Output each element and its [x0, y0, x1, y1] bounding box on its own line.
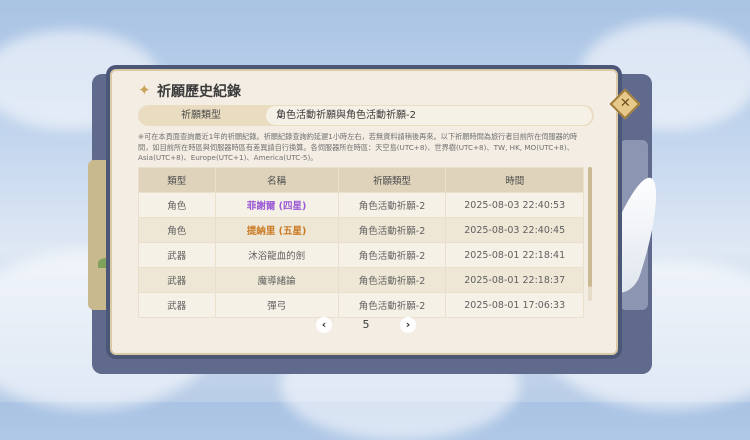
cell-wish-type: 角色活動祈願-2 [337, 292, 447, 318]
pagination: ‹ 5 › [316, 317, 416, 335]
cell-time: 2025-08-03 22:40:53 [445, 192, 584, 218]
cell-time: 2025-08-01 22:18:37 [445, 267, 584, 293]
cell-wish-type: 角色活動祈願-2 [337, 192, 447, 218]
chevron-left-icon: ‹ [321, 318, 327, 331]
table-row: 角色 提納里 (五星) 角色活動祈願-2 2025-08-03 22:40:45 [138, 217, 584, 243]
chevron-down-icon: ⌄ [276, 110, 285, 121]
cell-wish-type: 角色活動祈願-2 [337, 217, 447, 243]
close-icon: ✕ [619, 96, 631, 112]
table-row: 武器 沐浴龍血的劍 角色活動祈願-2 2025-08-01 22:18:41 [138, 242, 584, 268]
header-name: 名稱 [214, 167, 339, 193]
table-row: 武器 魔導緒論 角色活動祈願-2 2025-08-01 22:18:37 [138, 267, 584, 293]
prev-page-button[interactable]: ‹ [316, 317, 332, 333]
scrollbar-thumb[interactable] [588, 167, 592, 287]
wish-type-label: 祈願類型 [181, 110, 221, 121]
cell-wish-type: 角色活動祈願-2 [337, 242, 447, 268]
sparkle-icon: ✦ [138, 81, 151, 99]
page-title: 祈願歷史紀錄 [157, 84, 241, 100]
wish-type-filter: 祈願類型 角色活動祈願與角色活動祈願-2 ⌄ [138, 105, 594, 126]
cell-name: 沐浴龍血的劍 [214, 242, 339, 268]
next-page-button[interactable]: › [400, 317, 416, 333]
table-row: 武器 彈弓 角色活動祈願-2 2025-08-01 17:06:33 [138, 292, 584, 318]
cell-time: 2025-08-03 22:40:45 [445, 217, 584, 243]
cell-type: 武器 [138, 267, 216, 293]
wish-history-panel: ✦ 祈願歷史紀錄 ✕ 祈願類型 角色活動祈願與角色活動祈願-2 ⌄ ※可在本頁面… [110, 69, 641, 355]
table-header-row: 類型 名稱 祈願類型 時間 [138, 167, 584, 193]
cell-name: 彈弓 [214, 292, 339, 318]
header-time: 時間 [445, 167, 584, 193]
notice-scrollbar[interactable] [588, 167, 592, 301]
cell-type: 武器 [138, 292, 216, 318]
header-type: 類型 [138, 167, 216, 193]
chevron-right-icon: › [405, 318, 411, 331]
cell-time: 2025-08-01 17:06:33 [445, 292, 584, 318]
cell-time: 2025-08-01 22:18:41 [445, 242, 584, 268]
cell-wish-type: 角色活動祈願-2 [337, 267, 447, 293]
cell-name: 菲謝爾 (四星) [214, 192, 339, 218]
cell-type: 武器 [138, 242, 216, 268]
wish-type-dropdown[interactable]: 角色活動祈願與角色活動祈願-2 ⌄ [266, 106, 592, 125]
wish-history-table: 類型 名稱 祈願類型 時間 角色 菲謝爾 (四星) 角色活動祈願-2 2025-… [138, 167, 584, 318]
page-number: 5 [362, 318, 370, 331]
cell-type: 角色 [138, 217, 216, 243]
cell-name: 魔導緒論 [214, 267, 339, 293]
table-row: 角色 菲謝爾 (四星) 角色活動祈願-2 2025-08-03 22:40:53 [138, 192, 584, 218]
header-wish-type: 祈願類型 [337, 167, 447, 193]
cell-name: 提納里 (五星) [214, 217, 339, 243]
cell-type: 角色 [138, 192, 216, 218]
notice-text: ※可在本頁面查詢最近1年的祈願紀錄。祈願紀錄查詢約延遲1小時左右，若無資料請稍後… [138, 132, 578, 162]
